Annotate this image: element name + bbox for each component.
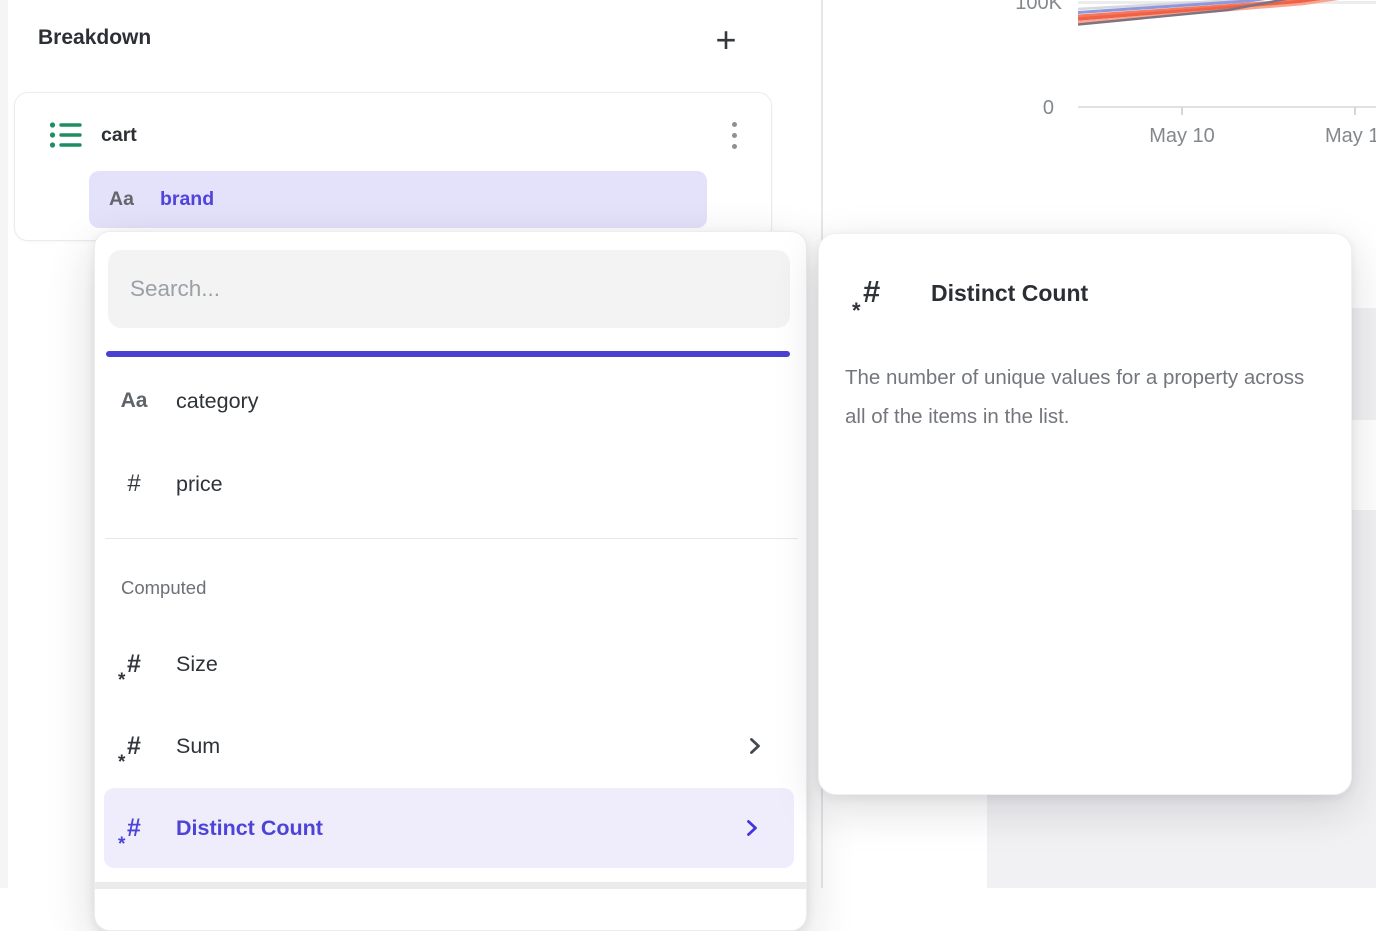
kebab-dot <box>732 144 737 149</box>
number-property-icon: # <box>127 470 140 498</box>
text-property-icon: Aa <box>121 389 148 413</box>
chevron-right-icon <box>745 818 759 838</box>
distinct-count-tooltip: #* Distinct Count The number of unique v… <box>818 233 1352 795</box>
dropdown-item-size[interactable]: #* Size <box>95 636 806 692</box>
property-dropdown: Aa category # price Computed #* Size #* … <box>94 231 807 931</box>
x-axis-tick <box>1181 107 1183 115</box>
chevron-right-icon <box>748 736 762 756</box>
add-breakdown-button[interactable]: + <box>704 18 748 62</box>
search-box <box>108 250 790 328</box>
computed-number-icon: #* <box>127 652 141 677</box>
computed-number-icon: #* <box>127 734 141 759</box>
computed-star-icon: * <box>852 300 861 322</box>
search-input[interactable] <box>108 250 790 328</box>
dropdown-item-sum[interactable]: #* Sum <box>95 718 806 774</box>
page-left-edge <box>0 0 8 888</box>
tooltip-title: Distinct Count <box>931 280 1088 307</box>
selected-property-name: brand <box>160 188 214 211</box>
kebab-menu-button[interactable] <box>716 113 752 157</box>
computed-number-icon: #* <box>127 816 141 841</box>
computed-star-icon: * <box>118 835 125 854</box>
dropdown-item-distinct-count[interactable]: #* Distinct Count <box>104 788 794 868</box>
app-canvas: { "header": { "title": "Breakdown", "add… <box>0 0 1376 888</box>
tooltip-description: The number of unique values for a proper… <box>845 358 1327 436</box>
kebab-dot <box>732 122 737 127</box>
text-property-icon: Aa <box>109 188 134 211</box>
computed-section-label: Computed <box>121 577 206 599</box>
selected-property-chip[interactable]: Aa brand <box>89 171 707 228</box>
active-tab-indicator <box>106 351 790 357</box>
breakdown-list-name: cart <box>101 115 137 155</box>
dropdown-item-price[interactable]: # price <box>95 456 806 512</box>
dropdown-item-label: price <box>176 472 223 497</box>
dropdown-item-label: category <box>176 389 258 414</box>
computed-number-icon: #* <box>863 276 880 307</box>
x-tick-label-may10: May 10 <box>1132 124 1232 148</box>
x-axis-tick <box>1354 107 1356 115</box>
x-tick-label-may12: May 12 <box>1325 124 1376 148</box>
y-tick-label-0: 0 <box>1002 96 1054 120</box>
dropdown-item-category[interactable]: Aa category <box>95 373 806 429</box>
dropdown-item-label: Distinct Count <box>176 816 323 841</box>
kebab-dot <box>732 133 737 138</box>
dropdown-item-label: Size <box>176 652 218 677</box>
breakdown-card: cart Aa brand <box>14 92 772 241</box>
x-axis-line <box>1078 106 1376 108</box>
dropdown-item-label: Sum <box>176 734 220 759</box>
plus-icon: + <box>715 22 736 58</box>
dropdown-divider <box>105 538 798 539</box>
computed-star-icon: * <box>118 671 125 690</box>
y-tick-label-100k: 100K <box>992 0 1062 15</box>
breakdown-section-title: Breakdown <box>38 26 151 50</box>
chart-line-series <box>1078 0 1376 44</box>
list-icon <box>49 120 83 155</box>
computed-star-icon: * <box>118 753 125 772</box>
